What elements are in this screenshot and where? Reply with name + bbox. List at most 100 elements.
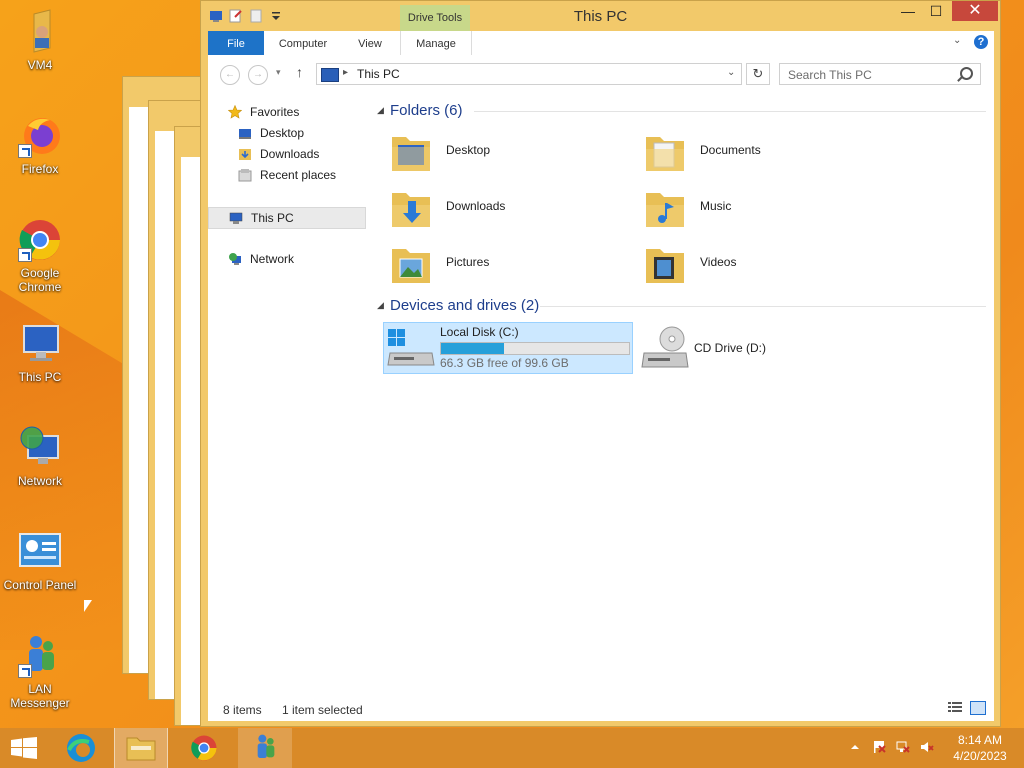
desktop-icon-chrome[interactable]: Google Chrome bbox=[0, 216, 80, 294]
folder-pictures[interactable]: Pictures bbox=[388, 239, 638, 289]
shortcut-arrow-icon bbox=[18, 664, 32, 678]
desktop-icon-label: VM4 bbox=[27, 58, 53, 72]
breadcrumb-this-pc[interactable]: This PC bbox=[357, 67, 400, 81]
help-icon[interactable]: ? bbox=[974, 35, 988, 49]
nav-label: Desktop bbox=[260, 126, 305, 140]
folder-name: Videos bbox=[700, 255, 737, 269]
shortcut-arrow-icon bbox=[18, 144, 32, 158]
folder-desktop[interactable]: Desktop bbox=[388, 127, 638, 177]
desktop-icon-vm4[interactable]: VM4 bbox=[0, 8, 80, 72]
search-box[interactable] bbox=[779, 63, 981, 85]
nav-label: Network bbox=[250, 252, 295, 266]
folder-documents[interactable]: Documents bbox=[642, 127, 892, 177]
desktop-icon-firefox[interactable]: Firefox bbox=[0, 112, 80, 176]
network-status-icon[interactable] bbox=[896, 740, 910, 754]
taskbar-edge[interactable] bbox=[56, 728, 104, 768]
computer-icon bbox=[229, 212, 243, 224]
close-button[interactable]: ✕ bbox=[952, 1, 998, 21]
desktop-icon-network[interactable]: Network bbox=[0, 424, 80, 488]
folder-name: Downloads bbox=[446, 199, 506, 213]
downloads-folder-icon bbox=[392, 193, 430, 227]
desktop-icon-control-panel[interactable]: Control Panel bbox=[0, 528, 80, 592]
show-hidden-icons-chevron-icon[interactable] bbox=[848, 740, 862, 754]
drive-usage-bar bbox=[440, 342, 630, 355]
folder-downloads[interactable]: Downloads bbox=[388, 183, 638, 233]
edge-icon bbox=[67, 734, 95, 762]
group-divider bbox=[474, 111, 986, 112]
taskbar-lan-messenger[interactable] bbox=[238, 728, 292, 768]
start-button[interactable] bbox=[0, 728, 48, 768]
taskbar-clock[interactable]: 8:14 AM 4/20/2023 bbox=[948, 732, 1012, 764]
clock-date: 4/20/2023 bbox=[953, 749, 1007, 763]
folder-videos[interactable]: Videos bbox=[642, 239, 892, 289]
lan-messenger-icon bbox=[16, 632, 64, 680]
volume-muted-icon[interactable] bbox=[920, 740, 934, 754]
details-view-icon[interactable] bbox=[948, 701, 962, 713]
up-button[interactable]: ↑ bbox=[296, 64, 303, 80]
drive-cd-d[interactable]: CD Drive (D:) bbox=[640, 325, 890, 375]
collapse-arrow-icon[interactable]: ◢ bbox=[377, 105, 384, 116]
status-bar: 8 items 1 item selected bbox=[208, 693, 994, 721]
computer-icon bbox=[16, 320, 64, 368]
nav-network[interactable]: Network bbox=[208, 249, 364, 269]
lan-messenger-icon bbox=[257, 734, 275, 758]
back-button[interactable]: ← bbox=[220, 65, 240, 85]
folder-name: Desktop bbox=[446, 143, 491, 157]
status-item-count: 8 items bbox=[223, 703, 262, 717]
nav-favorites[interactable]: Favorites bbox=[208, 102, 364, 122]
group-title: Folders (6) bbox=[390, 102, 463, 119]
folder-music[interactable]: Music bbox=[642, 183, 892, 233]
address-dropdown-chevron-icon[interactable]: ⌄ bbox=[727, 67, 735, 78]
file-explorer-icon bbox=[126, 737, 156, 761]
tab-file[interactable]: File bbox=[208, 31, 264, 55]
firefox-icon bbox=[16, 112, 64, 160]
taskbar-file-explorer[interactable] bbox=[114, 728, 168, 768]
tab-computer[interactable]: Computer bbox=[270, 31, 336, 55]
folder-name: Pictures bbox=[446, 255, 490, 269]
mouse-cursor-icon bbox=[84, 600, 92, 612]
nav-desktop[interactable]: Desktop bbox=[208, 123, 364, 143]
tab-manage[interactable]: Manage bbox=[400, 31, 472, 55]
videos-folder-icon bbox=[646, 249, 684, 283]
desktop-icon-this-pc[interactable]: This PC bbox=[0, 320, 80, 384]
address-bar[interactable]: ▸ This PC ⌄ bbox=[316, 63, 742, 85]
large-icons-view-icon[interactable] bbox=[970, 701, 986, 715]
nav-recent-places[interactable]: Recent places bbox=[208, 165, 364, 185]
desktop-icon-label: Google Chrome bbox=[18, 266, 62, 294]
chrome-icon bbox=[191, 735, 217, 761]
group-divider bbox=[540, 306, 986, 307]
breadcrumb-separator-icon[interactable]: ▸ bbox=[343, 67, 348, 78]
drive-local-disk-c[interactable]: Local Disk (C:) 66.3 GB free of 99.6 GB bbox=[383, 322, 633, 374]
desktop-folder-icon bbox=[392, 137, 430, 171]
drive-usage-fill bbox=[441, 343, 504, 354]
nav-downloads[interactable]: Downloads bbox=[208, 144, 364, 164]
control-panel-icon bbox=[16, 528, 64, 576]
network-icon bbox=[229, 253, 241, 265]
address-toolbar: ← → ▾ ↑ ▸ This PC ⌄ ↻ bbox=[208, 55, 994, 93]
downloads-folder-icon bbox=[239, 149, 251, 160]
action-center-flag-icon[interactable] bbox=[872, 740, 886, 754]
desktop-icon-label: Network bbox=[17, 474, 62, 488]
refresh-button[interactable]: ↻ bbox=[746, 63, 770, 85]
status-selection: 1 item selected bbox=[282, 703, 363, 717]
search-input[interactable] bbox=[786, 66, 950, 84]
search-icon[interactable] bbox=[960, 67, 973, 80]
nav-label: This PC bbox=[251, 211, 294, 225]
expand-ribbon-chevron-icon[interactable]: ⌄ bbox=[953, 35, 961, 46]
minimize-button[interactable]: — bbox=[894, 1, 922, 21]
title-bar[interactable]: Drive Tools This PC — ☐ ✕ bbox=[201, 1, 1000, 31]
taskbar-chrome[interactable] bbox=[180, 728, 230, 768]
desktop-icon-lan-messenger[interactable]: LAN Messenger bbox=[0, 632, 80, 710]
content-area: Favorites Desktop Downloads Recent place… bbox=[208, 93, 994, 693]
collapse-arrow-icon[interactable]: ◢ bbox=[377, 300, 384, 311]
desktop-icon bbox=[239, 129, 251, 139]
maximize-button[interactable]: ☐ bbox=[922, 1, 950, 21]
folder-name: Music bbox=[700, 199, 732, 213]
recent-locations-chevron-icon[interactable]: ▾ bbox=[276, 67, 281, 78]
nav-this-pc[interactable]: This PC bbox=[208, 207, 366, 229]
tab-view[interactable]: View bbox=[348, 31, 392, 55]
navigation-pane: Favorites Desktop Downloads Recent place… bbox=[208, 93, 368, 693]
recent-places-icon bbox=[238, 169, 252, 182]
forward-button[interactable]: → bbox=[248, 65, 268, 85]
desktop-icon-label: Firefox bbox=[21, 162, 59, 176]
